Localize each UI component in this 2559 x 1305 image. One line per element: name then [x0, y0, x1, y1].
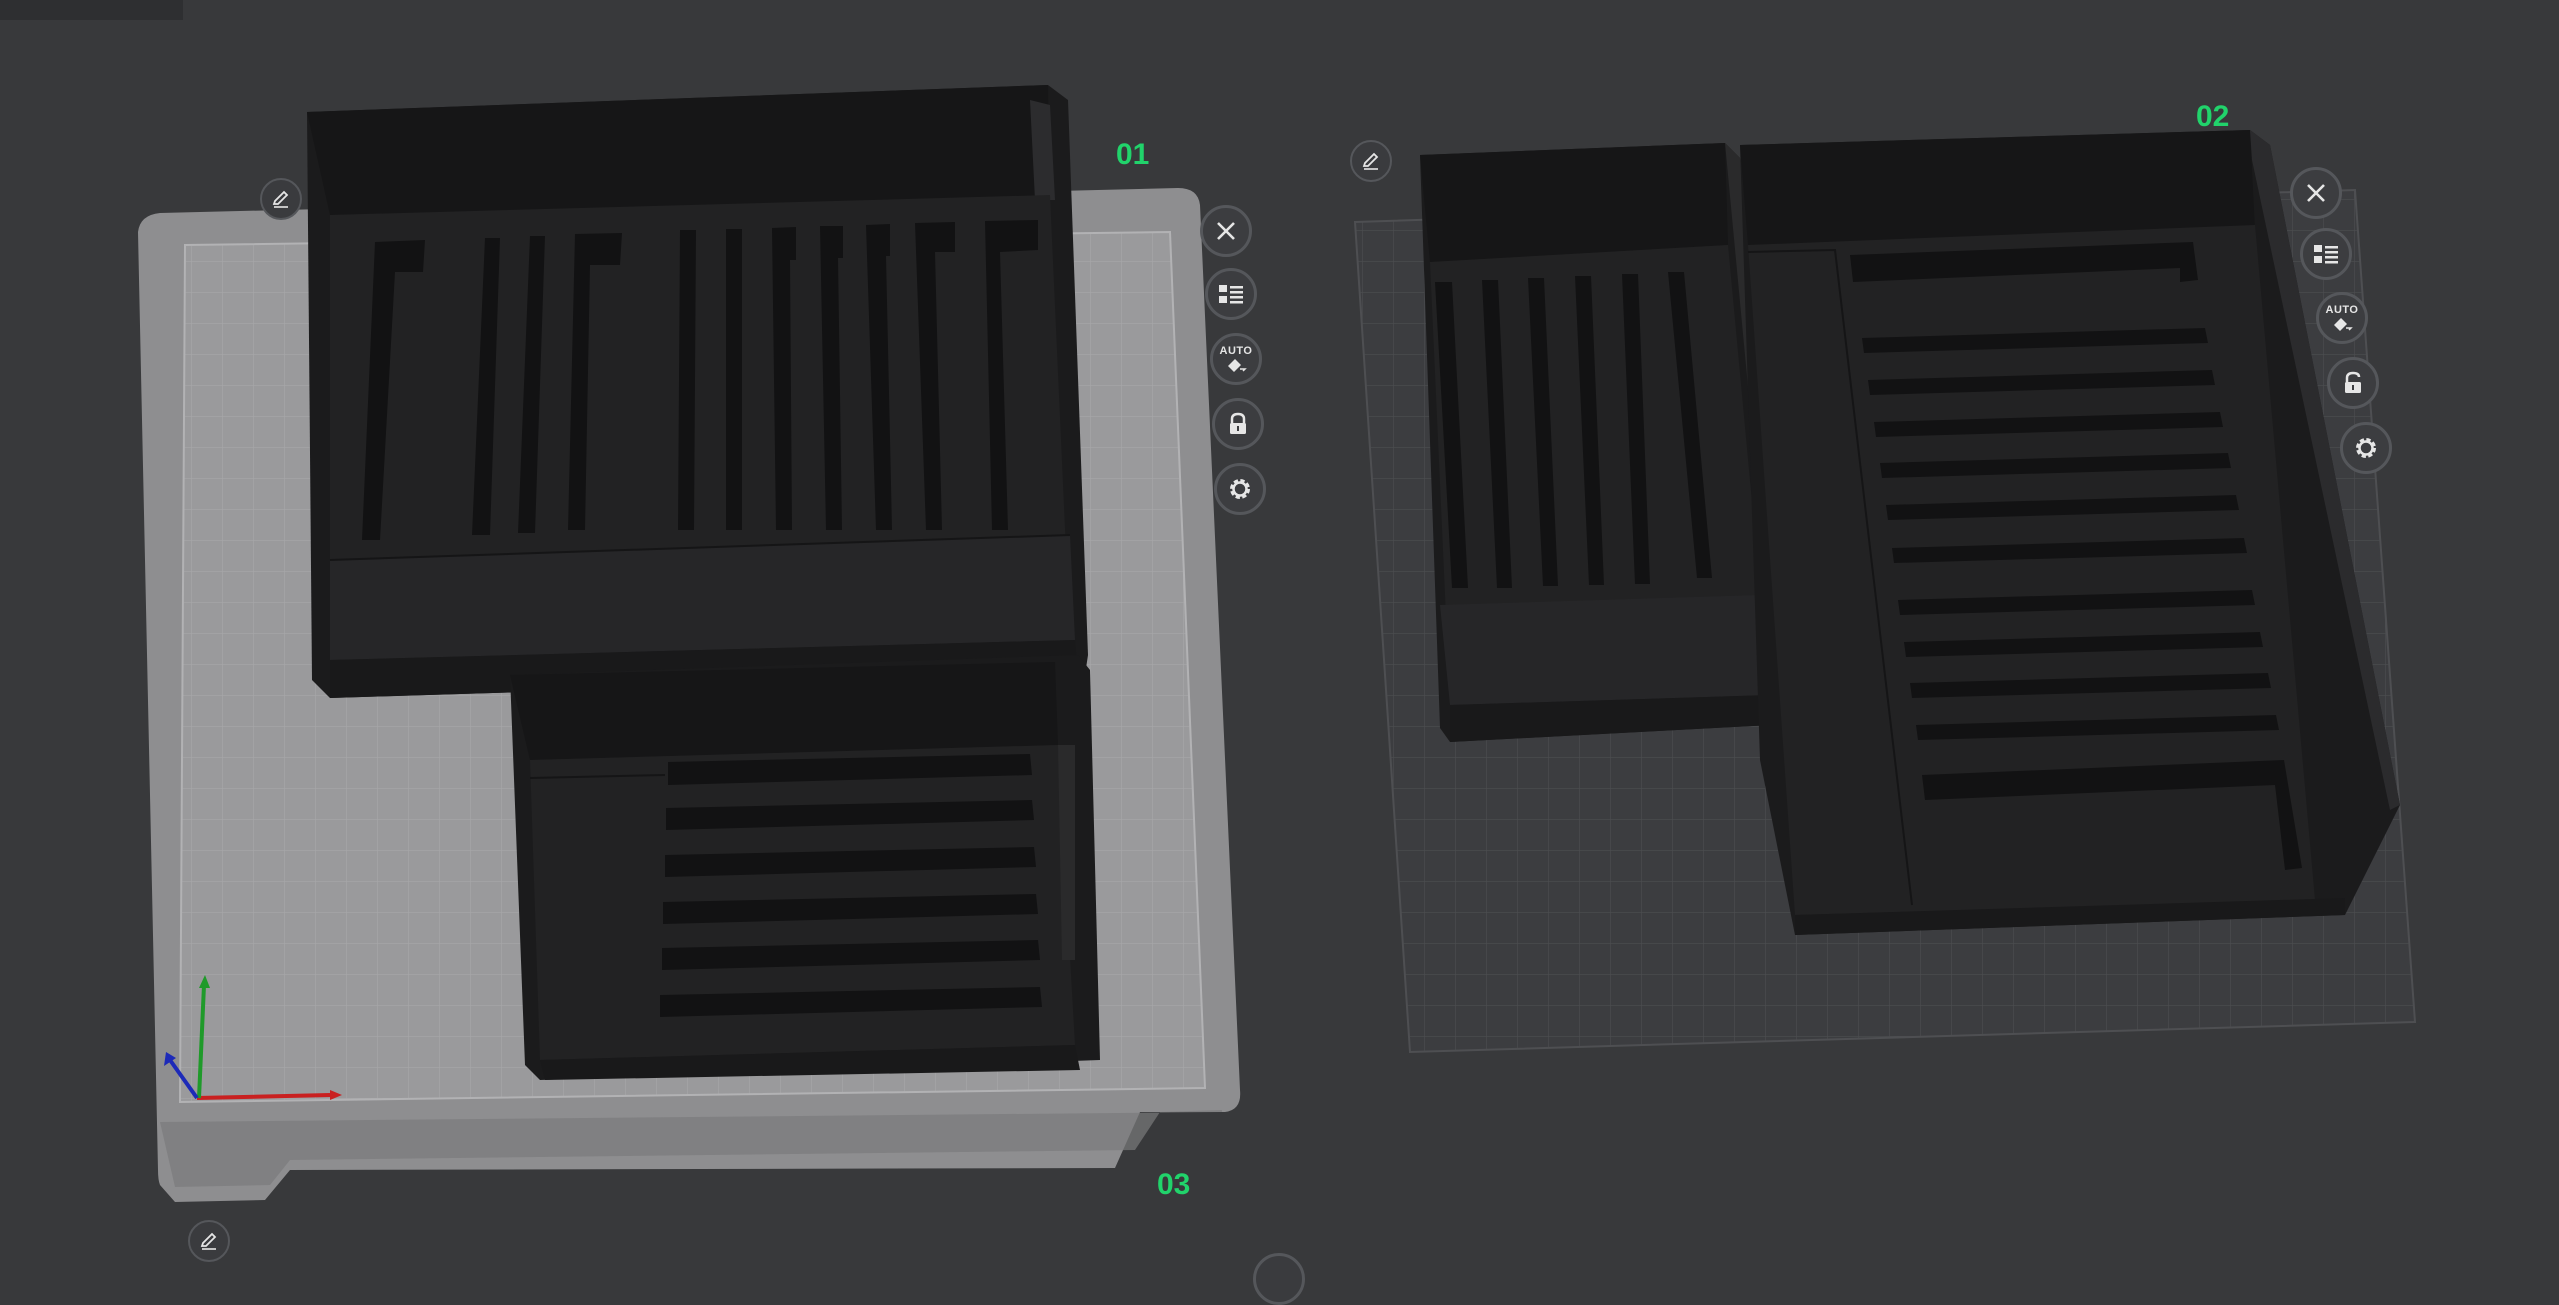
- gear-icon: [2356, 438, 2376, 458]
- list-arrange-icon: [2314, 245, 2338, 264]
- model-tray-slots[interactable]: [1420, 143, 1785, 742]
- plate-02-auto-orient-button[interactable]: AUTO: [2316, 292, 2368, 344]
- plate-label-01: 01: [1116, 138, 1150, 171]
- viewport-canvas: [138, 85, 2417, 1202]
- plate-01-edit-button[interactable]: [260, 178, 302, 220]
- 3d-viewport[interactable]: 01 02 03 AUTO AUTO: [0, 0, 2559, 1305]
- list-arrange-icon: [1219, 285, 1243, 304]
- auto-orient-icon: [2334, 317, 2353, 331]
- unlock-icon: [2345, 371, 2361, 393]
- plate-01-lock-button[interactable]: [1212, 398, 1264, 450]
- plate-02-edit-button[interactable]: [1350, 140, 1392, 182]
- close-icon: [2307, 184, 2325, 202]
- plate-03-edit-button[interactable]: [188, 1220, 230, 1262]
- auto-orient-icon: [1228, 358, 1247, 372]
- pencil-icon: [1362, 152, 1379, 170]
- pencil-icon: [200, 1232, 217, 1250]
- plate-02-close-button[interactable]: [2290, 167, 2342, 219]
- lock-icon: [1230, 412, 1246, 434]
- bottom-partial-button[interactable]: [1253, 1253, 1305, 1305]
- close-icon: [1217, 222, 1235, 240]
- plate-01-settings-button[interactable]: [1214, 463, 1266, 515]
- plate-02-settings-button[interactable]: [2340, 422, 2392, 474]
- pencil-icon: [272, 190, 289, 208]
- plate-label-02: 02: [2196, 100, 2230, 133]
- auto-orient-label: AUTO: [2325, 303, 2359, 316]
- auto-orient-label: AUTO: [1219, 344, 1253, 357]
- plate-01-close-button[interactable]: [1200, 205, 1252, 257]
- gear-icon: [1230, 479, 1250, 499]
- plate-02-arrange-button[interactable]: [2300, 228, 2352, 280]
- plate-label-03: 03: [1157, 1168, 1191, 1201]
- plate-02-lock-button[interactable]: [2327, 357, 2379, 409]
- model-tray-small[interactable]: [510, 655, 1100, 1080]
- plate-01-auto-orient-button[interactable]: AUTO: [1210, 333, 1262, 385]
- plate-01-arrange-button[interactable]: [1205, 268, 1257, 320]
- model-tray-large[interactable]: [307, 85, 1088, 698]
